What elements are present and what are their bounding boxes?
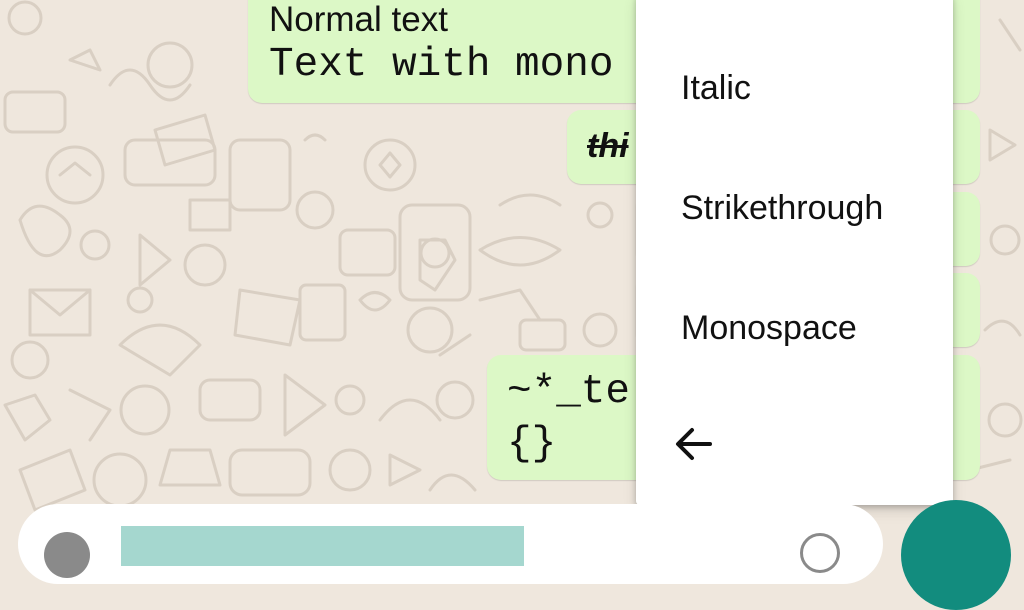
menu-item-italic[interactable]: Italic	[681, 69, 751, 108]
send-button[interactable]	[901, 500, 1011, 610]
selected-text-highlight[interactable]	[121, 526, 524, 566]
message-text-formatted: thi	[587, 127, 629, 165]
menu-item-strikethrough[interactable]: Strikethrough	[681, 189, 883, 228]
message-text-braces: {}	[507, 421, 557, 467]
message-text-markup: ~*_te	[507, 369, 631, 415]
message-text-normal: Normal text	[269, 0, 448, 39]
arrow-back-icon[interactable]	[670, 420, 718, 468]
attach-icon[interactable]	[800, 533, 840, 573]
message-text-monospace: Text with mono	[269, 42, 614, 88]
message-composer[interactable]	[18, 504, 883, 584]
menu-item-monospace[interactable]: Monospace	[681, 309, 857, 348]
emoji-icon[interactable]	[44, 532, 90, 578]
text-format-menu: Italic Strikethrough Monospace	[636, 0, 953, 505]
